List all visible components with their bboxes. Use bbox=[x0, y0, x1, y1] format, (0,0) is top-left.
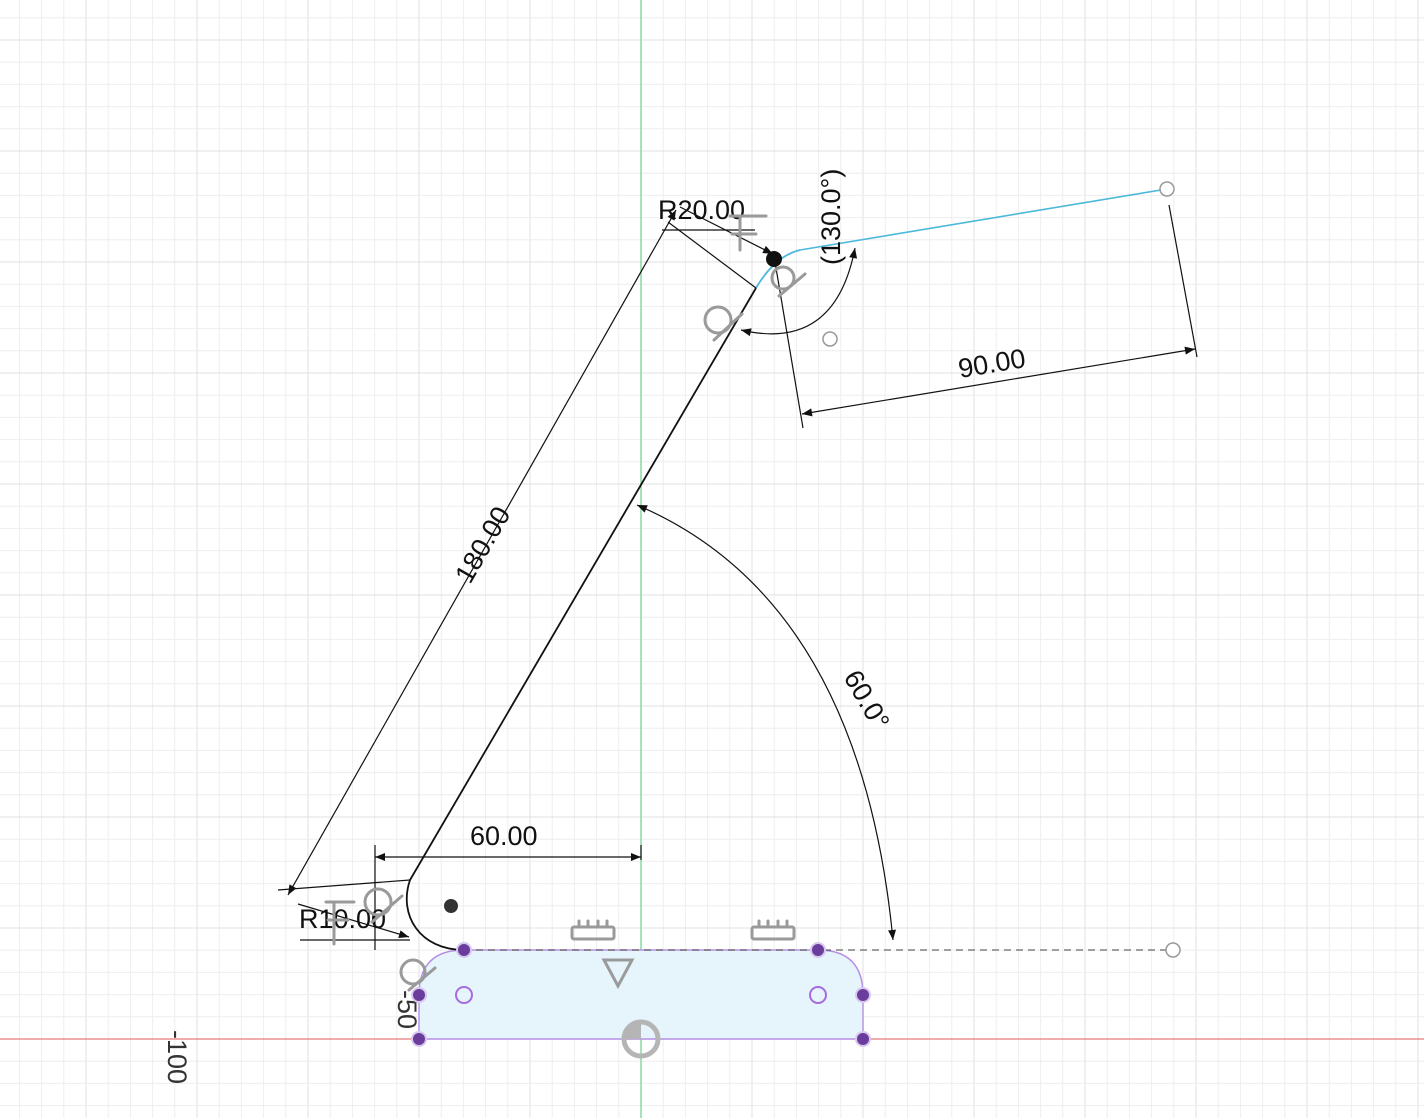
horizontal-constraint-icon[interactable] bbox=[750, 919, 796, 941]
dimension-offset-text[interactable]: 60.00 bbox=[470, 821, 538, 851]
angle-center-point[interactable] bbox=[822, 331, 838, 347]
construction-line-endpoint[interactable] bbox=[1165, 942, 1181, 958]
profile-point[interactable] bbox=[855, 987, 871, 1003]
dimension-bottom-radius[interactable]: R10.00 bbox=[297, 903, 410, 941]
dimension-arm-length-text[interactable]: 180.00 bbox=[449, 501, 516, 588]
dimension-arm-length[interactable]: 180.00 bbox=[277, 209, 757, 896]
profile-point[interactable] bbox=[456, 942, 472, 958]
profile-point[interactable] bbox=[411, 1031, 427, 1047]
sketch-canvas[interactable]: -100 -50 180.00 60.0° (130.0°) 90.00 60.… bbox=[0, 0, 1424, 1118]
dimension-arm-angle-text[interactable]: 60.0° bbox=[838, 665, 896, 735]
bottom-fillet-center-point[interactable] bbox=[444, 899, 458, 913]
top-fillet-center-point[interactable] bbox=[766, 251, 782, 267]
dimension-top-radius[interactable]: R20.00 bbox=[658, 195, 774, 255]
top-line-endpoint[interactable] bbox=[1159, 181, 1175, 197]
profile-point[interactable] bbox=[855, 1031, 871, 1047]
dimension-top-angle-text[interactable]: (130.0°) bbox=[816, 169, 846, 265]
dimension-top-length-text[interactable]: 90.00 bbox=[956, 343, 1028, 384]
bottom-fillet-arc[interactable] bbox=[405, 879, 465, 951]
horizontal-constraint-icon[interactable] bbox=[570, 919, 616, 941]
dimension-top-radius-text[interactable]: R20.00 bbox=[658, 195, 745, 225]
profile-point[interactable] bbox=[810, 942, 826, 958]
axis-label-minus-100: -100 bbox=[162, 1030, 192, 1084]
dimension-arm-angle[interactable]: 60.0° bbox=[636, 504, 897, 941]
tangent-constraint-icon[interactable] bbox=[703, 305, 744, 342]
arm-line[interactable] bbox=[409, 287, 757, 881]
profile-point[interactable] bbox=[411, 987, 427, 1003]
top-line-selected[interactable] bbox=[799, 188, 1168, 251]
